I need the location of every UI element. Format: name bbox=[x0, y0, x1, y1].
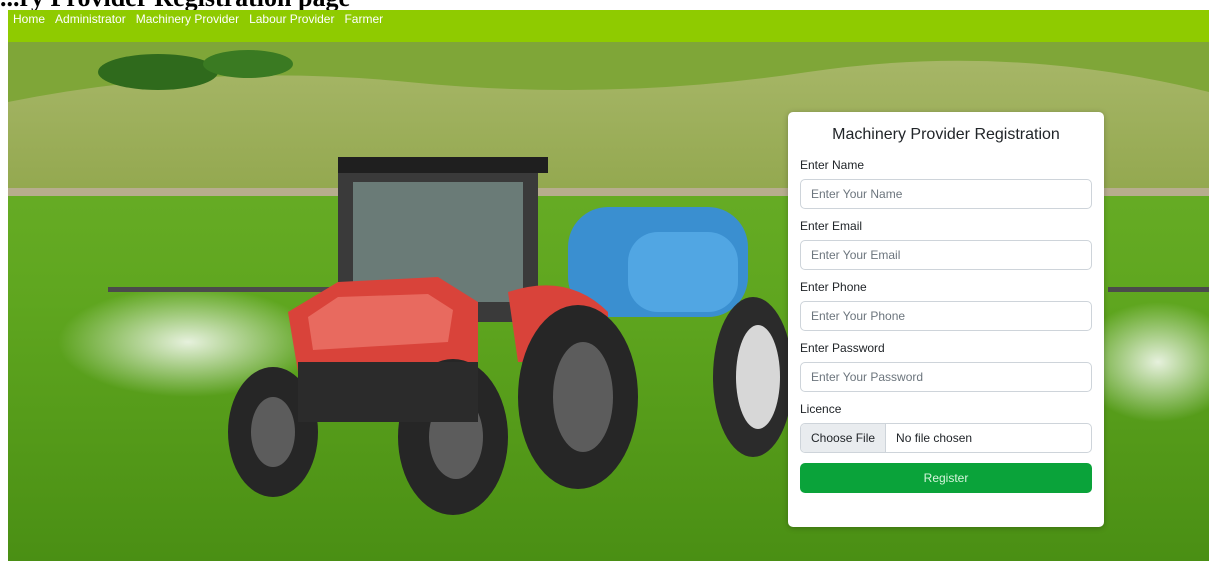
licence-file-input[interactable]: Choose File No file chosen bbox=[800, 423, 1092, 453]
registration-form: Machinery Provider Registration Enter Na… bbox=[788, 112, 1104, 527]
choose-file-button[interactable]: Choose File bbox=[801, 424, 887, 452]
hero-tractor-image: Machinery Provider Registration Enter Na… bbox=[8, 42, 1209, 561]
register-button[interactable]: Register bbox=[800, 463, 1092, 493]
top-navbar: Home Administrator Machinery Provider La… bbox=[8, 10, 1209, 42]
name-label: Enter Name bbox=[800, 158, 865, 172]
file-status-text: No file chosen bbox=[896, 431, 973, 445]
nav-labour-provider[interactable]: Labour Provider bbox=[249, 10, 334, 28]
licence-label: Licence bbox=[800, 402, 842, 416]
page-caption: ...ry Provider Registration page bbox=[0, 0, 1209, 10]
nav-administrator[interactable]: Administrator bbox=[55, 10, 126, 28]
phone-input[interactable] bbox=[800, 301, 1092, 331]
email-label: Enter Email bbox=[800, 219, 863, 233]
form-title: Machinery Provider Registration bbox=[832, 126, 1060, 143]
email-input[interactable] bbox=[800, 240, 1092, 270]
password-input[interactable] bbox=[800, 362, 1092, 392]
nav-home[interactable]: Home bbox=[13, 10, 45, 28]
nav-machinery-provider[interactable]: Machinery Provider bbox=[136, 10, 239, 28]
nav-farmer[interactable]: Farmer bbox=[344, 10, 383, 28]
phone-label: Enter Phone bbox=[800, 280, 867, 294]
password-label: Enter Password bbox=[800, 341, 885, 355]
browser-viewport: Home Administrator Machinery Provider La… bbox=[8, 10, 1209, 561]
name-input[interactable] bbox=[800, 179, 1092, 209]
